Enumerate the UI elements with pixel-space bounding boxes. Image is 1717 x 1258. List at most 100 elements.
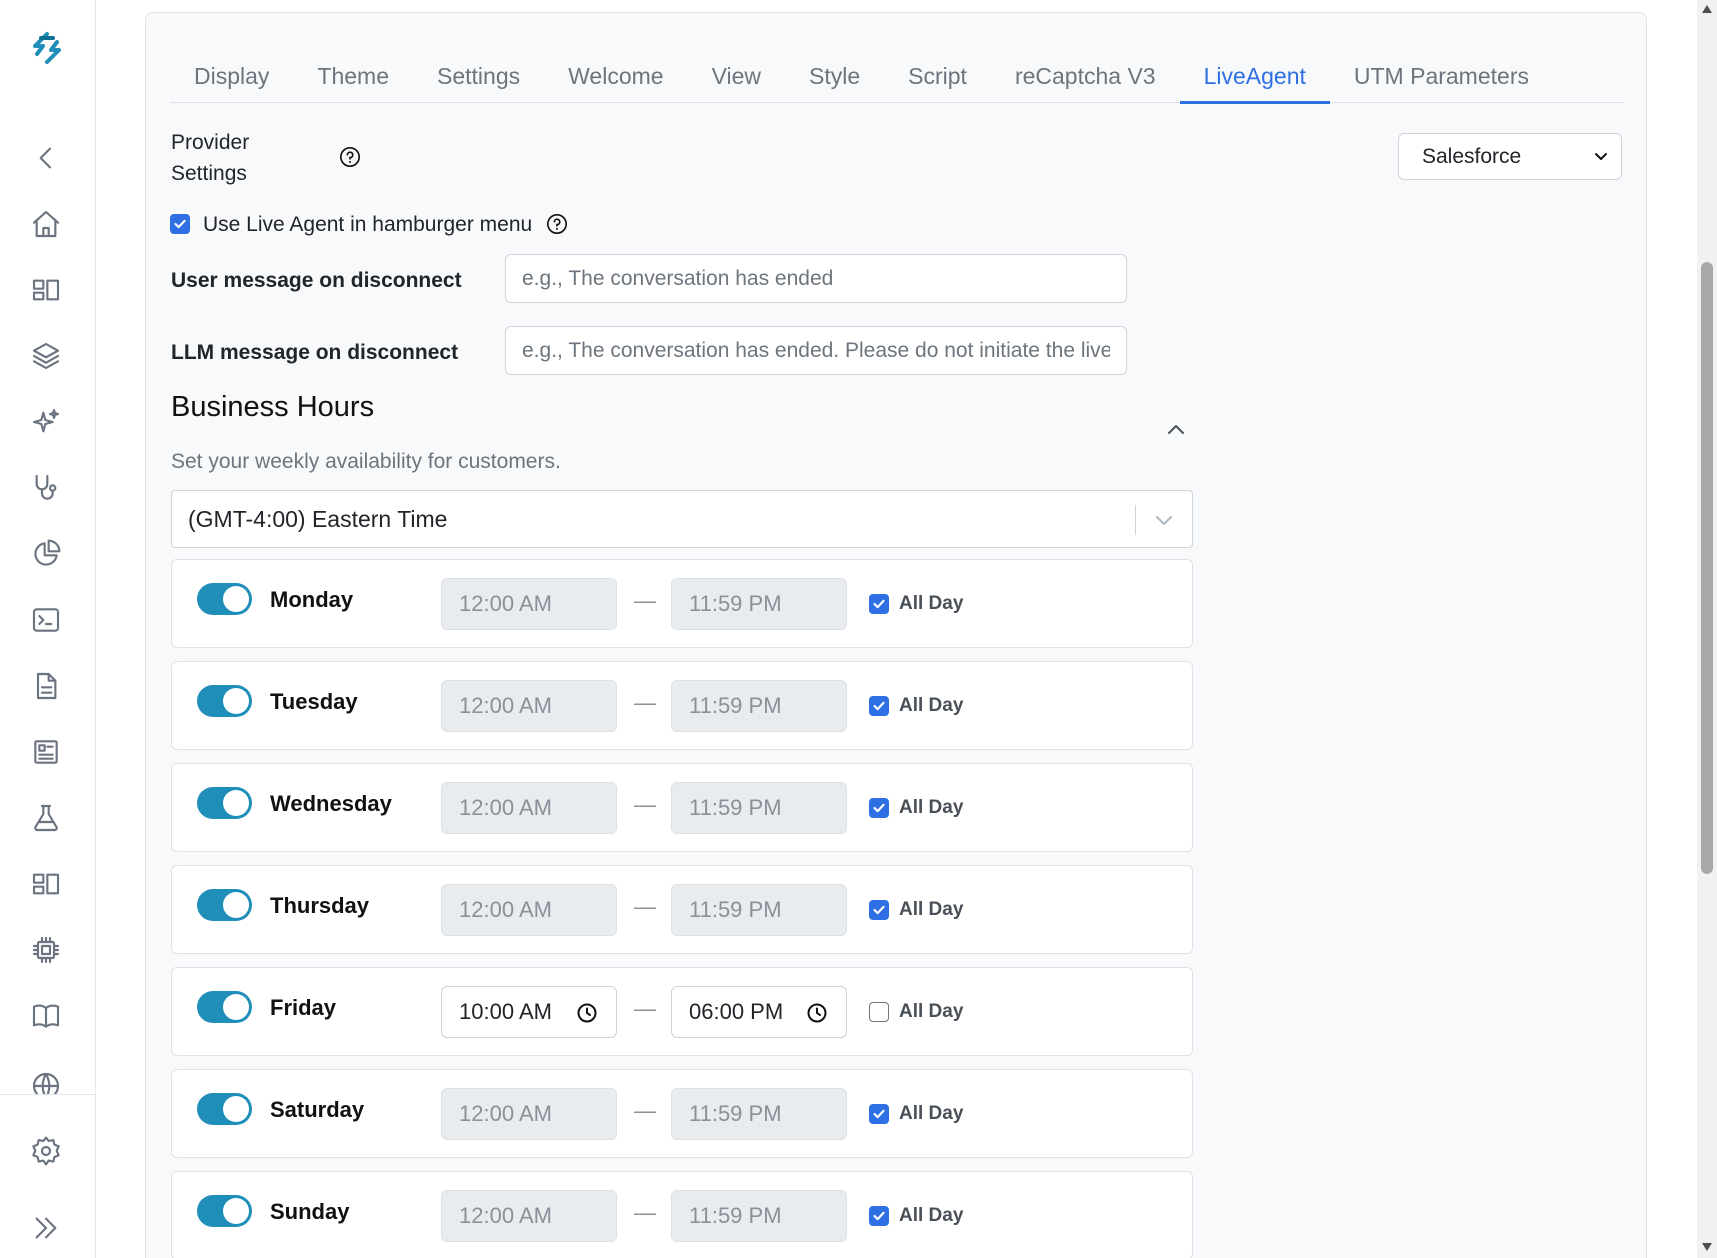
day-toggle[interactable] <box>197 1093 252 1125</box>
live-agent-checkbox[interactable] <box>170 214 190 234</box>
day-row-wednesday: Wednesday 12:00 AM — 11:59 PM All Day <box>171 763 1193 852</box>
day-name: Sunday <box>270 1199 350 1224</box>
app-root: Display Theme Settings Welcome View Styl… <box>0 0 1717 1258</box>
timezone-select[interactable]: (GMT-4:00) Eastern Time <box>171 490 1193 548</box>
gear-icon[interactable] <box>28 1133 64 1169</box>
end-time-input: 11:59 PM <box>671 1088 847 1140</box>
chevron-left-icon[interactable] <box>28 140 64 176</box>
chevron-down-icon <box>1595 153 1607 160</box>
start-time-input: 12:00 AM <box>441 884 617 936</box>
stethoscope-icon[interactable] <box>28 470 64 506</box>
start-time-value: 12:00 AM <box>459 897 552 922</box>
all-day-label[interactable]: All Day <box>899 899 963 921</box>
all-day-label[interactable]: All Day <box>899 1205 963 1227</box>
time-range-dash: — <box>634 1098 656 1123</box>
scroll-thumb[interactable] <box>1701 262 1713 874</box>
user-disconnect-input[interactable] <box>505 254 1127 303</box>
all-day-checkbox[interactable] <box>869 1206 889 1226</box>
start-time-value: 12:00 AM <box>459 1203 552 1228</box>
home-icon[interactable] <box>28 206 64 242</box>
tab-recaptcha[interactable]: reCaptcha V3 <box>991 49 1180 103</box>
all-day-label[interactable]: All Day <box>899 1103 963 1125</box>
tab-welcome[interactable]: Welcome <box>544 49 687 103</box>
clock-icon[interactable] <box>806 1002 828 1024</box>
time-range-dash: — <box>634 894 656 919</box>
newspaper-icon[interactable] <box>28 734 64 770</box>
toggle-knob <box>223 586 249 612</box>
llm-disconnect-input[interactable] <box>505 326 1127 375</box>
start-time-value: 12:00 AM <box>459 693 552 718</box>
chevron-up-icon[interactable] <box>1164 418 1188 442</box>
start-time-input[interactable]: 10:00 AM <box>441 986 617 1038</box>
scroll-up-arrow-icon[interactable] <box>1701 4 1713 14</box>
chip-icon[interactable] <box>28 932 64 968</box>
tab-script[interactable]: Script <box>884 49 991 103</box>
sidebar <box>0 0 96 1258</box>
start-time-input: 12:00 AM <box>441 1190 617 1242</box>
tab-view[interactable]: View <box>688 49 785 103</box>
all-day-checkbox[interactable] <box>869 798 889 818</box>
end-time-input: 11:59 PM <box>671 782 847 834</box>
end-time-value: 11:59 PM <box>689 591 782 616</box>
scroll-down-arrow-icon[interactable] <box>1701 1242 1713 1252</box>
toggle-knob <box>223 790 249 816</box>
globe-icon[interactable] <box>28 1064 64 1094</box>
tab-theme[interactable]: Theme <box>293 49 413 103</box>
sparkles-icon[interactable] <box>28 404 64 440</box>
book-icon[interactable] <box>28 998 64 1034</box>
day-row-sunday: Sunday 12:00 AM — 11:59 PM All Day <box>171 1171 1193 1258</box>
provider-select[interactable]: Salesforce <box>1398 133 1622 180</box>
day-name: Thursday <box>270 893 370 918</box>
layers-icon[interactable] <box>28 338 64 374</box>
start-time-input: 12:00 AM <box>441 1088 617 1140</box>
live-agent-label[interactable]: Use Live Agent in hamburger menu <box>203 213 532 237</box>
pie-chart-icon[interactable] <box>28 536 64 572</box>
day-name: Friday <box>270 995 337 1020</box>
page-scrollbar[interactable] <box>1697 0 1717 1258</box>
help-circle-icon[interactable] <box>339 146 361 168</box>
toggle-knob <box>223 994 249 1020</box>
day-toggle[interactable] <box>197 991 252 1023</box>
flask-icon[interactable] <box>28 800 64 836</box>
llm-disconnect-label: LLM message on disconnect <box>171 341 459 364</box>
day-toggle[interactable] <box>197 787 252 819</box>
start-time-input: 12:00 AM <box>441 680 617 732</box>
day-toggle[interactable] <box>197 1195 252 1227</box>
day-row-tuesday: Tuesday 12:00 AM — 11:59 PM All Day <box>171 661 1193 750</box>
provider-label-line2: Settings <box>171 162 247 185</box>
time-range-dash: — <box>634 1200 656 1225</box>
all-day-label[interactable]: All Day <box>899 797 963 819</box>
dashboard-icon[interactable] <box>28 866 64 902</box>
end-time-input[interactable]: 06:00 PM <box>671 986 847 1038</box>
dashboard-icon[interactable] <box>28 272 64 308</box>
day-toggle[interactable] <box>197 583 252 615</box>
clock-icon[interactable] <box>576 1002 598 1024</box>
document-icon[interactable] <box>28 668 64 704</box>
terminal-icon[interactable] <box>28 602 64 638</box>
tab-utm-parameters[interactable]: UTM Parameters <box>1330 49 1553 103</box>
day-toggle[interactable] <box>197 685 252 717</box>
double-chevron-right-icon[interactable] <box>28 1210 64 1246</box>
tab-display[interactable]: Display <box>170 49 293 103</box>
toggle-knob <box>223 688 249 714</box>
all-day-label[interactable]: All Day <box>899 593 963 615</box>
all-day-checkbox[interactable] <box>869 1002 889 1022</box>
tab-liveagent[interactable]: LiveAgent <box>1179 49 1331 104</box>
all-day-checkbox[interactable] <box>869 900 889 920</box>
logo-icon[interactable] <box>27 28 67 68</box>
day-row-monday: Monday 12:00 AM — 11:59 PM All Day <box>171 559 1193 648</box>
tab-settings[interactable]: Settings <box>413 49 544 103</box>
end-time-input: 11:59 PM <box>671 578 847 630</box>
all-day-checkbox[interactable] <box>869 1104 889 1124</box>
end-time-input: 11:59 PM <box>671 680 847 732</box>
tab-style[interactable]: Style <box>785 49 884 103</box>
time-range-dash: — <box>634 690 656 715</box>
all-day-label[interactable]: All Day <box>899 1001 963 1023</box>
all-day-checkbox[interactable] <box>869 696 889 716</box>
help-circle-icon[interactable] <box>546 213 568 235</box>
day-toggle[interactable] <box>197 889 252 921</box>
end-time-value: 11:59 PM <box>689 1101 782 1126</box>
start-time-value: 12:00 AM <box>459 795 552 820</box>
all-day-checkbox[interactable] <box>869 594 889 614</box>
all-day-label[interactable]: All Day <box>899 695 963 717</box>
